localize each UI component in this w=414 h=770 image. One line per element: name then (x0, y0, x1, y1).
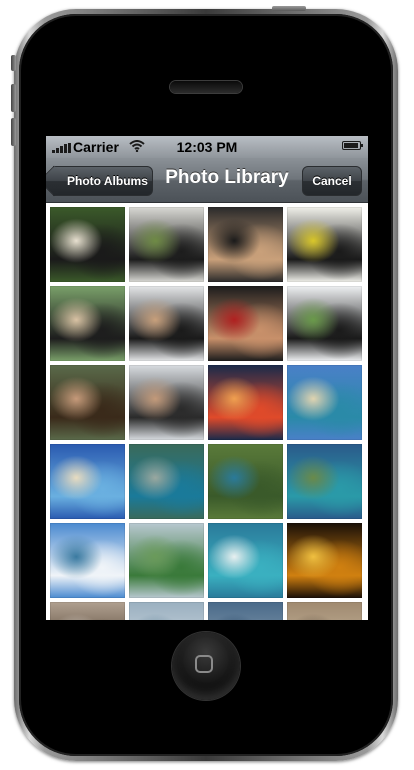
photo-thumbnail[interactable] (50, 444, 125, 519)
photo-thumbnail[interactable] (50, 602, 125, 620)
photo-thumbnail[interactable] (129, 286, 204, 361)
status-time: 12:03 PM (176, 139, 238, 155)
photo-thumbnail[interactable] (129, 365, 204, 440)
navigation-bar: Photo Albums Photo Library Cancel (46, 158, 368, 203)
back-button-label: Photo Albums (67, 174, 148, 188)
photo-thumbnail[interactable] (287, 602, 362, 620)
photo-thumbnail[interactable] (50, 286, 125, 361)
photo-thumbnail[interactable] (208, 286, 283, 361)
home-button[interactable] (172, 632, 240, 700)
photo-thumbnail[interactable] (208, 365, 283, 440)
photo-thumbnail[interactable] (208, 207, 283, 282)
photo-thumbnail[interactable] (208, 444, 283, 519)
photo-albums-back-button[interactable]: Photo Albums (53, 166, 153, 196)
photo-grid (46, 203, 368, 620)
page-title: Photo Library (165, 167, 289, 188)
earpiece-speaker (170, 81, 242, 93)
photo-thumbnail[interactable] (129, 523, 204, 598)
home-square-icon (195, 655, 213, 673)
photo-thumbnail[interactable] (287, 207, 362, 282)
status-bar: Carrier 12:03 PM (46, 136, 368, 158)
battery-icon (342, 141, 363, 150)
battery-level (344, 143, 358, 148)
photo-thumbnail[interactable] (50, 523, 125, 598)
sleep-button[interactable] (272, 6, 306, 11)
volume-down-button[interactable] (11, 118, 16, 146)
photo-thumbnail[interactable] (287, 365, 362, 440)
photo-thumbnail[interactable] (50, 365, 125, 440)
ringer-switch[interactable] (11, 55, 16, 71)
photo-thumbnail[interactable] (129, 602, 204, 620)
screen: Carrier 12:03 PM Photo Albums Photo Libr… (46, 136, 368, 620)
photo-thumbnail[interactable] (287, 444, 362, 519)
photo-thumbnail[interactable] (287, 523, 362, 598)
photo-thumbnail[interactable] (287, 286, 362, 361)
photo-thumbnail[interactable] (129, 444, 204, 519)
volume-up-button[interactable] (11, 84, 16, 112)
photo-thumbnail[interactable] (208, 523, 283, 598)
photo-thumbnail[interactable] (50, 207, 125, 282)
cancel-button[interactable]: Cancel (302, 166, 362, 196)
photo-thumbnail[interactable] (208, 602, 283, 620)
photo-thumbnail[interactable] (129, 207, 204, 282)
